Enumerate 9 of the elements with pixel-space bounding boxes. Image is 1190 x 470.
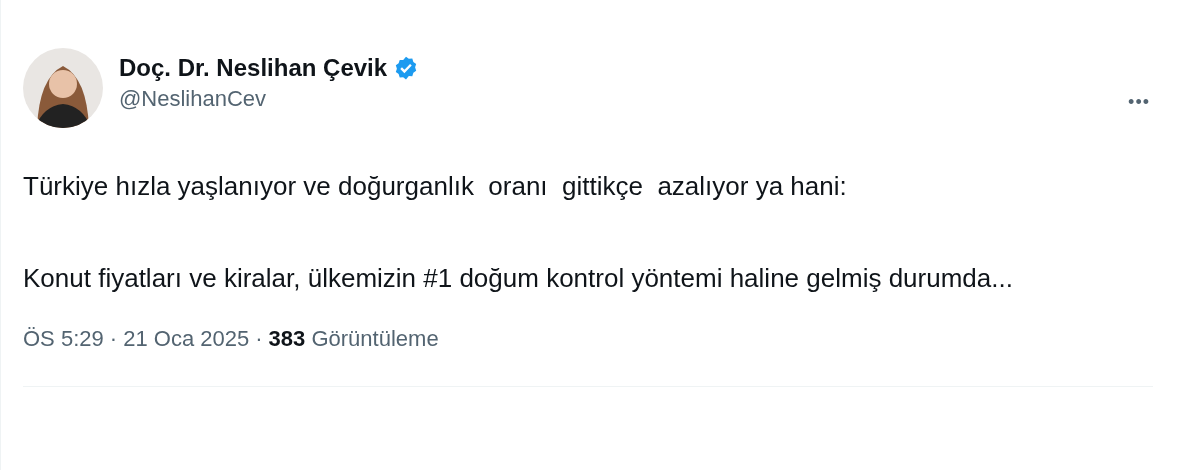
tweet-text: Türkiye hızla yaşlanıyor ve doğurganlık oranı gittikçe azalıyor ya hani:	[23, 170, 848, 203]
author-name[interactable]: Doç. Dr. Neslihan Çevik	[119, 54, 388, 82]
more-button[interactable]: •••	[1124, 88, 1154, 117]
views-label: Görüntüleme	[311, 326, 439, 351]
views-count: 383	[268, 326, 306, 351]
author-handle[interactable]: @NeslihanCev	[119, 86, 1109, 112]
separator: ·	[255, 326, 263, 352]
timestamp-link[interactable]: ÖS 5:29 · 21 Oca 2025	[23, 326, 250, 352]
tweet-text: Konut fiyatları ve kiralar, ülkemizin #1 doğum kontrol yöntemi haline gelmiş durumda...	[23, 262, 1014, 295]
